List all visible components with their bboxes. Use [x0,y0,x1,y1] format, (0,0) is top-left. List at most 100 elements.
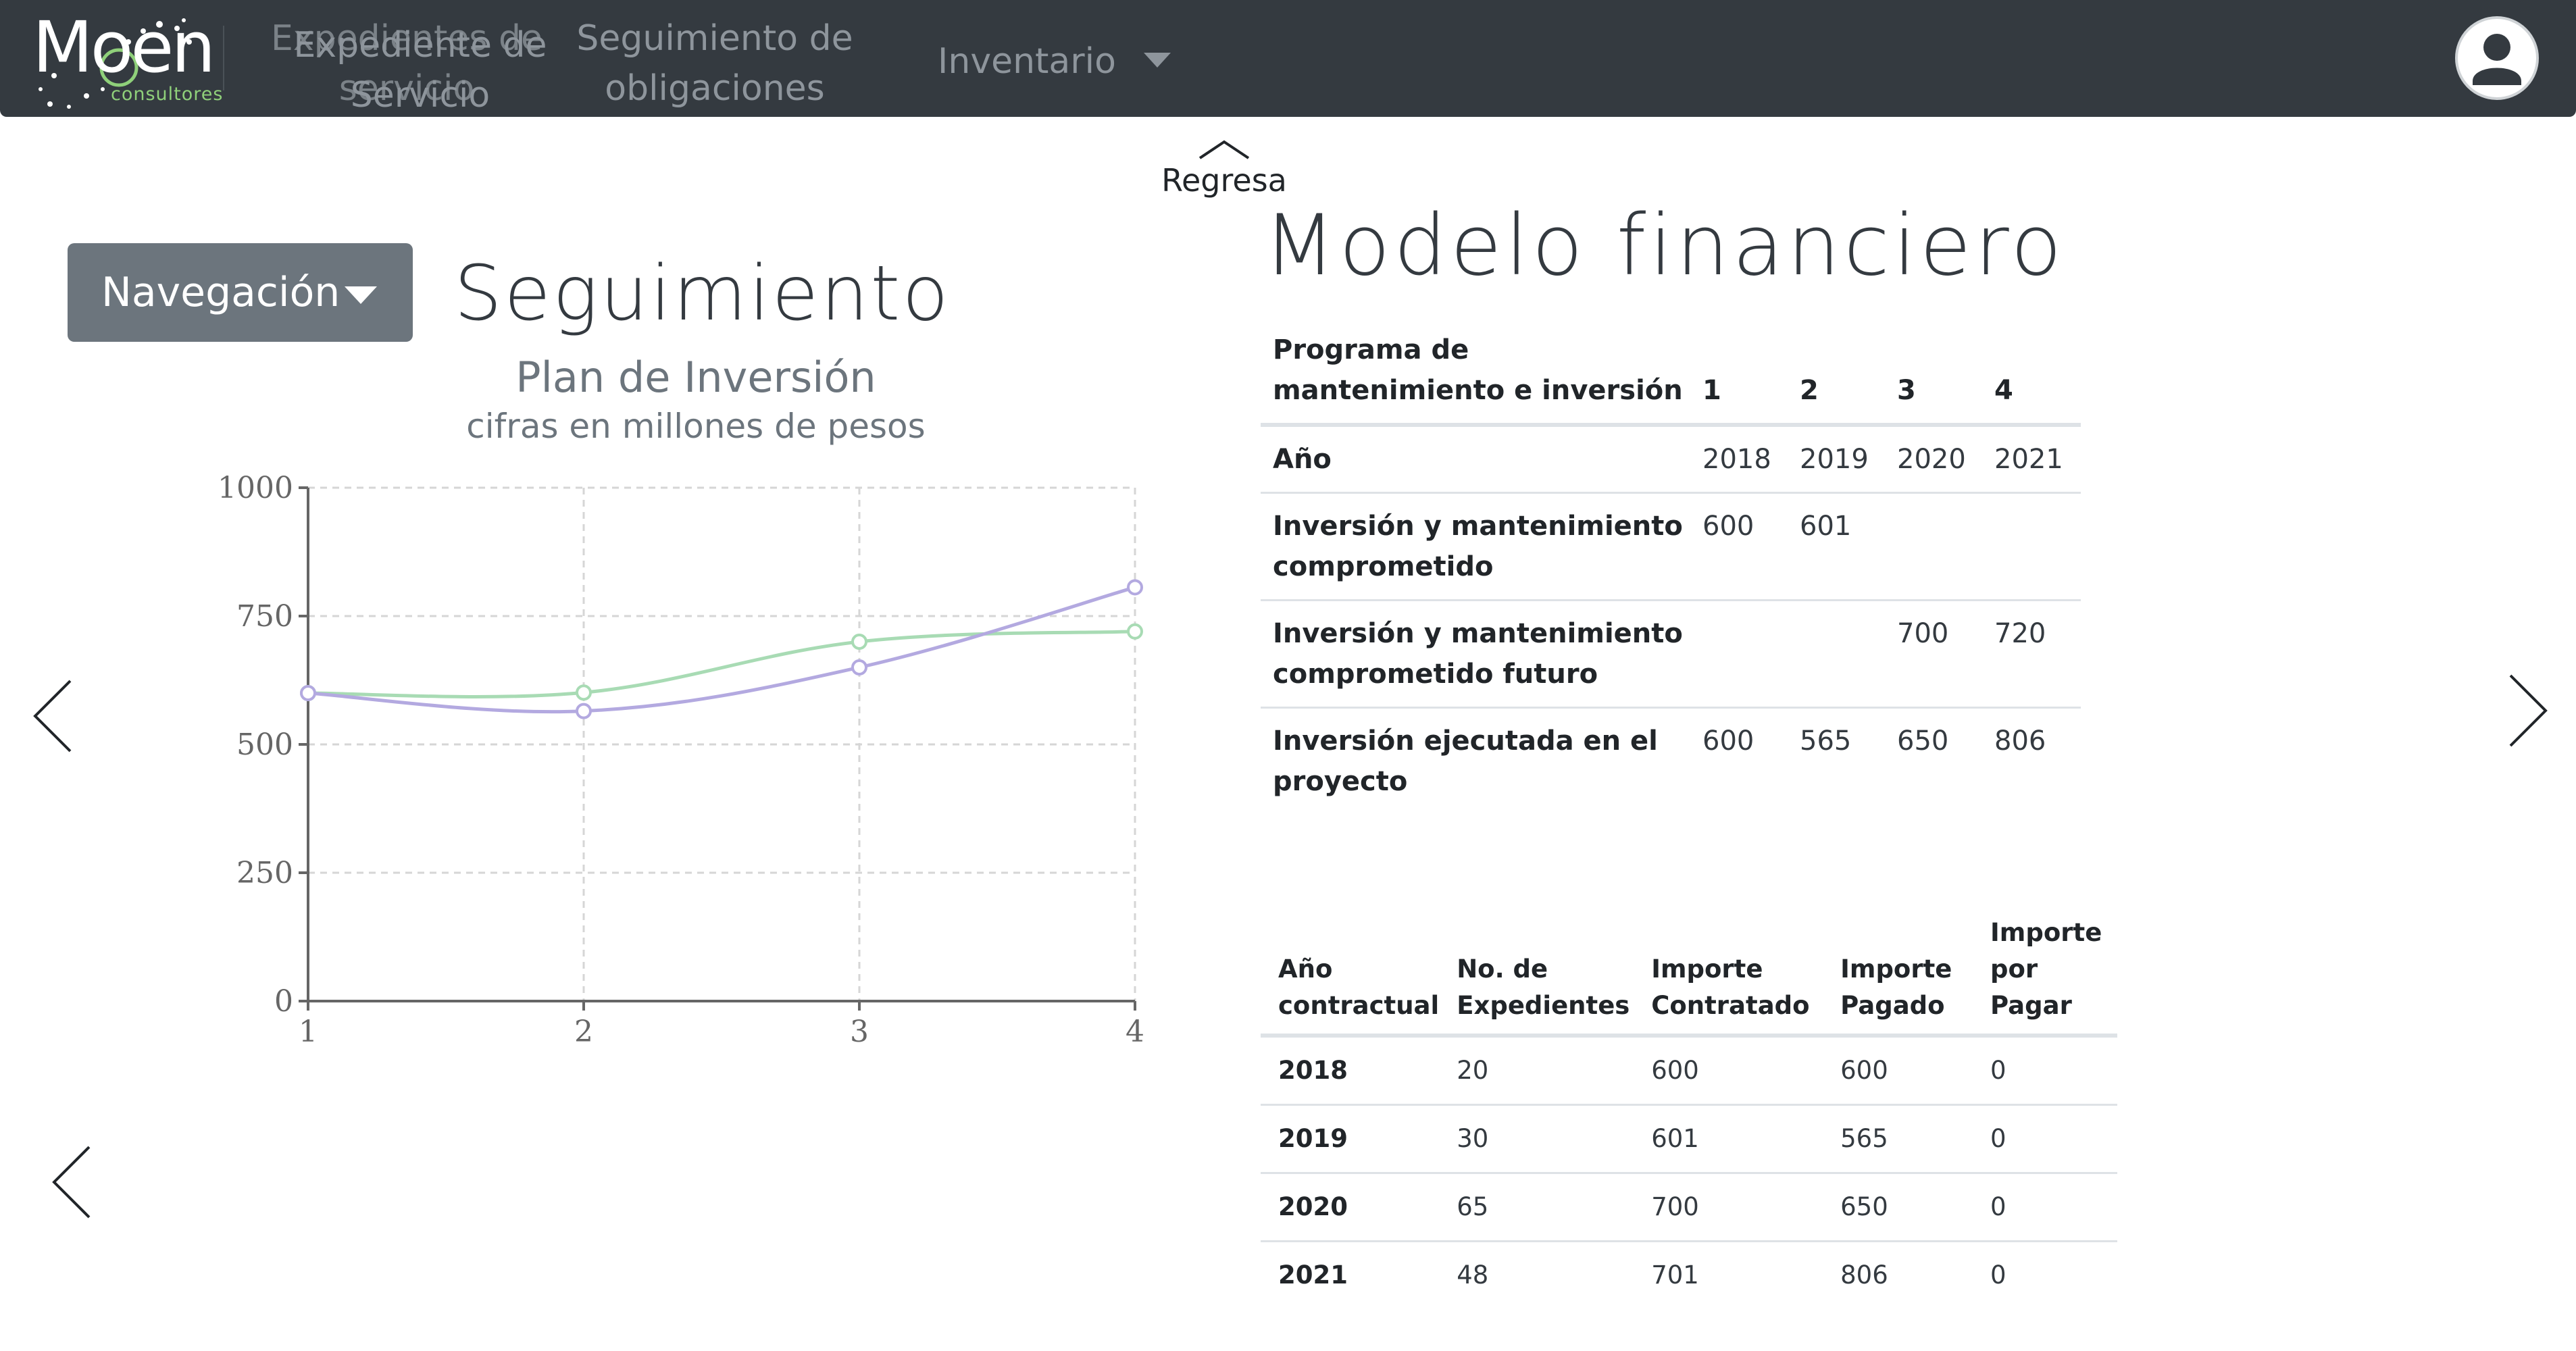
x-tick-label: 2 [574,1015,593,1049]
table-cell: 601 [1634,1104,1823,1173]
table-header-cell: 4 [1982,317,2081,427]
series-line-2 [307,586,1136,714]
back-link-label: Regresa [1161,162,1287,199]
data-point [1127,579,1143,596]
table-cell [1885,492,1982,601]
table-cell: 701 [1634,1240,1823,1308]
table-cell [1982,492,2081,601]
chart-title: Plan de Inversión [515,353,876,402]
y-tick-label: 1000 [218,471,293,505]
nav-link-seguimiento-line2: obligaciones [605,68,825,109]
y-tick-label: 0 [274,984,293,1019]
table-cell: 565 [1788,707,1885,814]
table-row: 2019 30 601 565 0 [1261,1104,2117,1173]
row-label: Inversión ejecutada en el proyecto [1261,707,1690,814]
table-row: 2018 20 600 600 0 [1261,1036,2117,1105]
table-cell: 2018 [1702,444,1771,475]
y-tick-label: 500 [236,728,293,762]
table-cell: 700 [1885,599,1982,708]
nav-link-expediente[interactable]: Expediente de Servicio [278,20,562,120]
table-header-row: Año contractual No. de Expedientes Impor… [1261,908,2117,1038]
series-line-1 [307,630,1136,698]
navbar-divider [223,26,224,91]
table-cell: 806 [1823,1240,1973,1308]
table-cell: 600 [1690,492,1788,601]
table-header-cell: 1 [1690,317,1788,427]
row-label: Inversión y mantenimiento comprometido [1261,492,1690,601]
chart-subtitle: cifras en millones de pesos [466,407,926,446]
moen-logo[interactable]: Moen consultores [27,8,230,109]
chevron-left-icon[interactable] [30,676,77,757]
y-tick-label: 250 [236,856,293,890]
row-label: Inversión y mantenimiento comprometido f… [1261,599,1690,708]
investment-program-table: Programa de mantenimiento e inversión 1 … [1261,317,2081,814]
nav-link-seguimiento-line1: Seguimiento de [576,18,853,59]
navigation-button-label: Navegación [101,269,340,316]
back-link[interactable]: Regresa [1157,135,1292,203]
x-tick-label: 1 [299,1015,318,1049]
table-cell [1690,599,1788,708]
table-cell: 0 [1990,1056,2006,1085]
table-cell: 700 [1634,1172,1823,1242]
table-cell: 30 [1439,1104,1634,1173]
caret-down-icon[interactable] [1144,53,1171,68]
table-header-cell: Programa de mantenimiento e inversión [1261,317,1690,427]
table-cell: 650 [1885,707,1982,814]
table-cell: 600 [1651,1056,1699,1085]
nav-link-seguimiento[interactable]: Seguimiento de obligaciones [567,14,862,113]
table-row: 2021 48 701 806 0 [1261,1240,2117,1308]
table-cell: 0 [1973,1104,2117,1173]
table-cell: 565 [1823,1104,1973,1173]
row-label: Año [1273,444,1332,475]
data-point [1127,623,1143,640]
table-cell: 720 [1982,599,2081,708]
row-label: 2021 [1261,1240,1440,1308]
page-title: Seguimiento [454,250,951,338]
data-point [851,634,867,650]
table-header-cell: Importe por Pagar [1973,908,2117,1038]
navigation-dropdown-button[interactable]: Navegación [68,243,413,342]
user-avatar-icon[interactable] [2455,16,2539,100]
caret-down-icon [345,286,377,304]
table-cell: 600 [1690,707,1788,814]
table-cell: 20 [1457,1056,1489,1085]
x-tick-label: 4 [1126,1015,1144,1049]
row-label: 2019 [1261,1104,1440,1173]
investment-line-chart: 0 250 500 750 1000 1 2 3 4 [218,471,1144,1049]
logo-subtext: consultores [111,84,224,105]
table-cell: 48 [1439,1240,1634,1308]
table-row: Inversión y mantenimiento comprometido f… [1261,599,2081,708]
table-cell: 600 [1840,1056,1888,1085]
chevron-up-icon [1198,140,1250,159]
table-cell: 650 [1823,1172,1973,1242]
data-point [300,685,316,701]
table-cell [1788,599,1885,708]
data-point [851,659,867,676]
nav-link-inventario[interactable]: Inventario [926,36,1128,86]
table-header-cell: Importe Contratado [1634,908,1823,1038]
y-tick-label: 750 [236,599,293,634]
table-cell: 0 [1973,1172,2117,1242]
table-cell: 2019 [1800,444,1869,475]
table-header-cell: Año contractual [1261,908,1439,1038]
table-header-cell: 2 [1788,317,1885,427]
table-cell: 601 [1788,492,1885,601]
table-cell: 65 [1439,1172,1634,1242]
table-header-row: Programa de mantenimiento e inversión 1 … [1261,317,2081,427]
table-header-cell: Importe Pagado [1823,908,1973,1038]
chevron-left-icon[interactable] [49,1142,96,1223]
x-tick-label: 3 [850,1015,869,1049]
table-header-cell: No. de Expedientes [1439,908,1634,1038]
row-label: 2020 [1261,1172,1440,1242]
table-cell: 2021 [1994,444,2063,475]
table-cell: 806 [1982,707,2081,814]
table-row: Año 2018 2019 2020 2021 [1261,425,2081,493]
table-cell: 0 [1973,1240,2117,1308]
data-point [576,703,592,719]
table-row: Inversión y mantenimiento comprometido 6… [1261,492,2081,601]
table-row: Inversión ejecutada en el proyecto 600 5… [1261,707,2081,814]
row-label: 2018 [1278,1056,1348,1085]
chevron-right-icon[interactable] [2504,670,2551,751]
logo-text: Moen [32,6,216,88]
top-navbar: Moen consultores Expedientes de servicio… [0,0,2576,117]
